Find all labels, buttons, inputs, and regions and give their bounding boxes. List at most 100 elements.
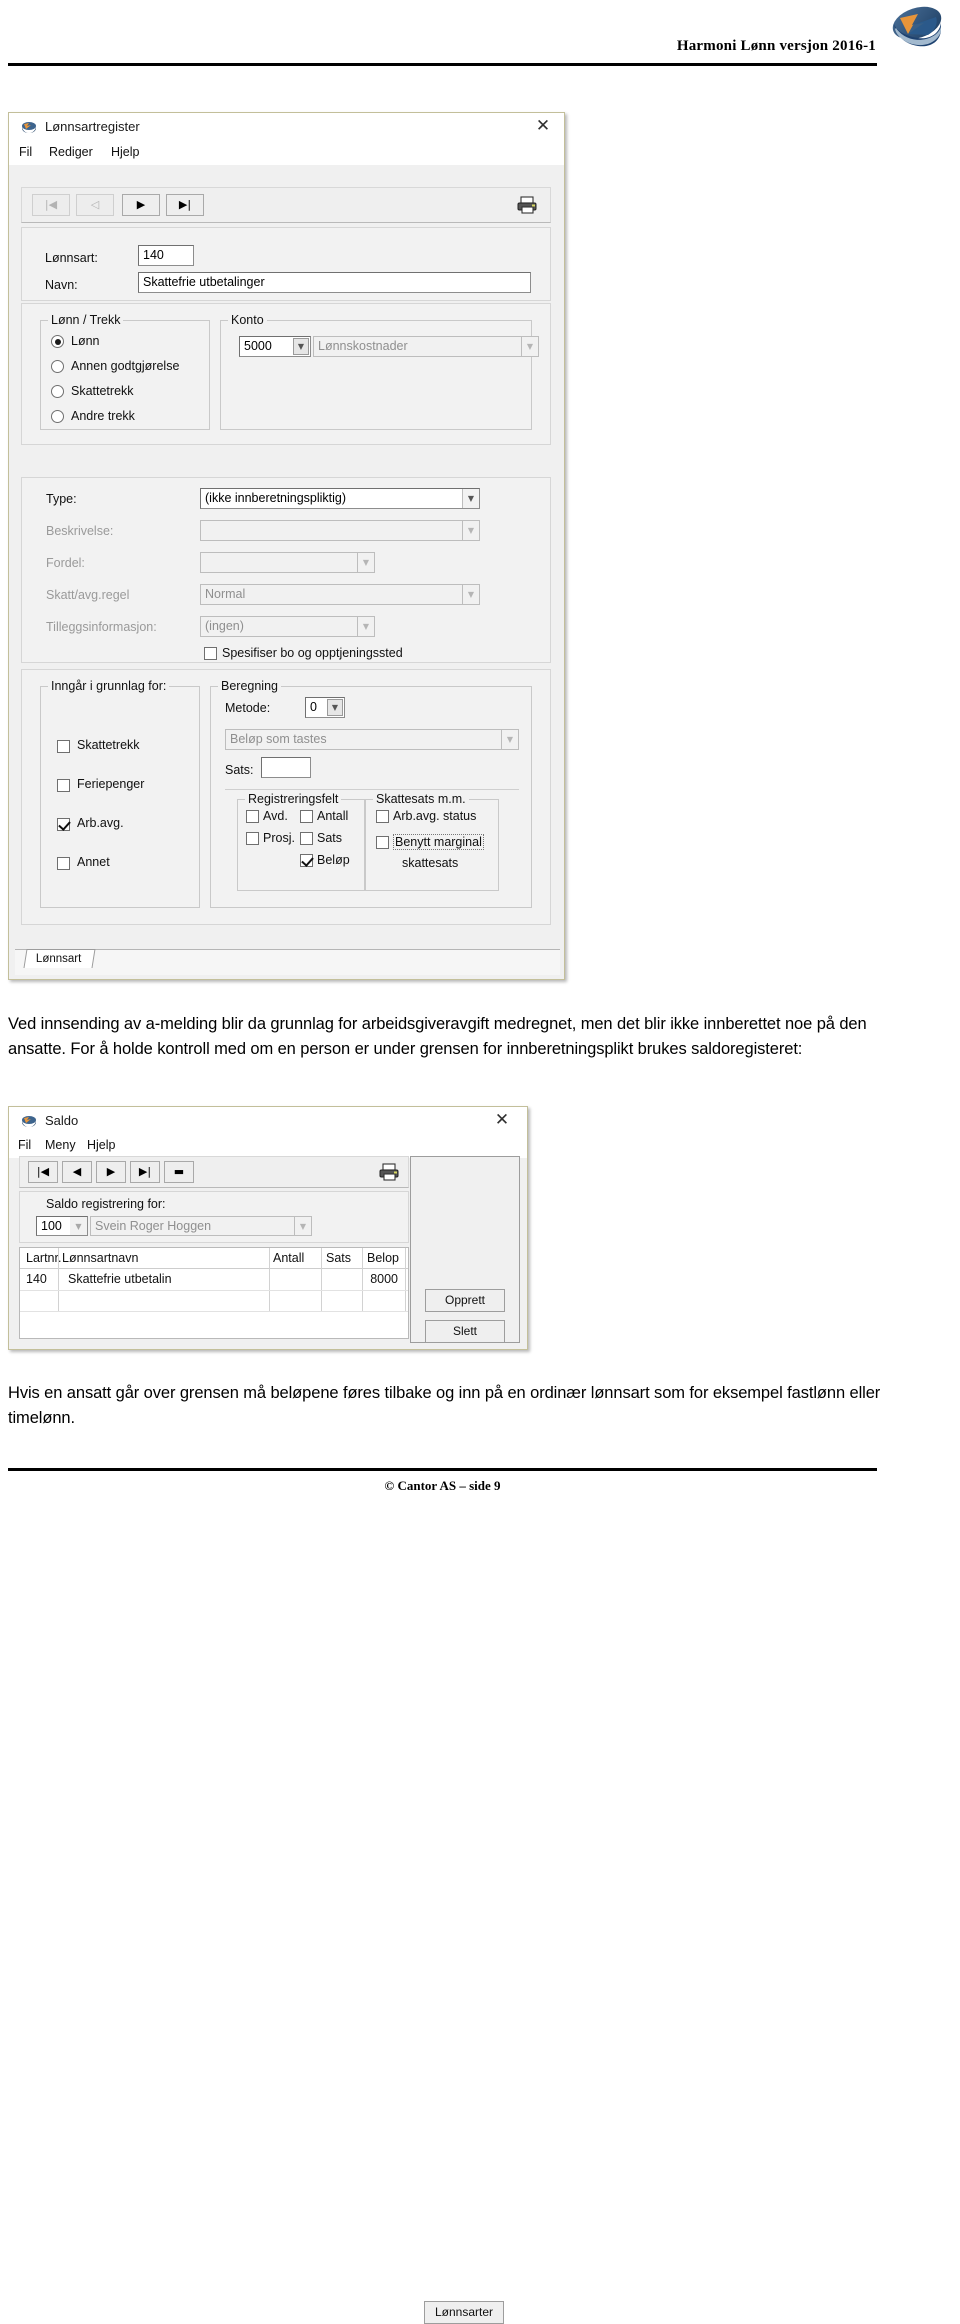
menu-meny[interactable]: Meny [45,1138,76,1152]
lonn-konto-panel: Lønn / Trekk Lønn Annen godtgjørelse Ska… [21,303,551,445]
type-panel: Type: (ikke innberetningspliktig) ▼ Besk… [21,477,551,663]
radio-lonn[interactable] [51,335,64,348]
saldo-ansattnavn-combo[interactable]: Svein Roger Hoggen ▼ [90,1216,312,1236]
fordel-combo[interactable]: ▼ [200,552,375,573]
beskrivelse-combo[interactable]: ▼ [200,520,480,541]
check-belop[interactable] [300,854,313,867]
close-icon[interactable]: ✕ [491,1111,513,1131]
table-row[interactable]: 140 Skattefrie utbetalin 8000 [20,1269,408,1291]
close-icon[interactable]: ✕ [532,117,554,137]
tilleggsinfo-label: Tilleggsinformasjon: [46,620,157,634]
col-lartnr: Lartnr. [26,1251,62,1265]
col-navn: Lønnsartnavn [62,1251,139,1265]
radio-annen-godtgjorelse[interactable] [51,360,64,373]
saldo-ansattnr-combo[interactable]: 100 ▼ [36,1216,88,1236]
row-sep-4 [362,1291,363,1312]
check-grunnlag-feriepenger[interactable] [57,779,70,792]
saldo-table[interactable]: Lartnr. Lønnsartnavn Antall Sats Belop 1… [19,1247,409,1339]
antall-label: Antall [317,809,349,823]
nav-first-button[interactable]: |◀ [32,194,70,216]
konto-legend: Konto [228,313,267,327]
skattesats-group: Skattesats m.m. Arb.avg. status Benytt m… [365,792,499,891]
benytt-marginal-label: Benytt marginal [393,834,484,850]
check-benytt-marginal[interactable] [376,836,389,849]
chevron-down-icon: ▼ [501,730,518,749]
check-grunnlag-arbavg[interactable] [57,818,70,831]
grunnlag-beregning-panel: Inngår i grunnlag for: Skattetrekk Ferie… [21,669,551,925]
saldo-nav-prev-button[interactable]: ◀ [62,1161,92,1183]
grunnlag-arbavg-label: Arb.avg. [77,816,124,830]
sats-input[interactable] [261,757,311,778]
lonnsarter-button[interactable]: Lønnsarter [424,2301,504,2324]
chevron-down-icon: ▼ [294,1217,311,1235]
check-sats[interactable] [300,832,313,845]
skatt-regel-value: Normal [205,587,246,601]
skatt-regel-combo[interactable]: Normal ▼ [200,584,480,605]
check-arbavg-status[interactable] [376,810,389,823]
saldo-nav-next-button[interactable]: ▶ [96,1161,126,1183]
saldo-title: Saldo [45,1113,79,1128]
metode-combo[interactable]: 0 ▼ [305,697,345,718]
menu-fil[interactable]: Fil [19,145,32,159]
saldo-menubar: Fil Meny Hjelp [9,1136,527,1158]
tilleggsinfo-combo[interactable]: (ingen) ▼ [200,616,375,637]
nav-prev-button[interactable]: ◁ [76,194,114,216]
col-sats: Sats [326,1251,352,1265]
lonnsart-input[interactable]: 140 [138,245,194,266]
menu-rediger[interactable]: Rediger [49,145,93,159]
row-sep-1 [58,1291,59,1312]
type-combo[interactable]: (ikke innberetningspliktig) ▼ [200,488,480,509]
menu-hjelp[interactable]: Hjelp [87,1138,116,1152]
chevron-down-icon: ▼ [521,337,538,356]
registreringsfelt-legend: Registreringsfelt [245,792,342,806]
type-value: (ikke innberetningspliktig) [205,491,347,505]
grunnlag-group: Inngår i grunnlag for: Skattetrekk Ferie… [40,679,200,908]
check-antall[interactable] [300,810,313,823]
check-avd[interactable] [246,810,259,823]
tab-lonnsart[interactable]: Lønnsart [23,949,96,968]
col-sep-5 [405,1248,406,1269]
sats-check-label: Sats [317,831,343,845]
lonnsart-menubar: Fil Rediger Hjelp [9,143,564,165]
saldo-window: Saldo ✕ Fil Meny Hjelp Opprett Slett Løn… [8,1106,528,2324]
cell-navn: Skattefrie utbetalin [68,1272,172,1286]
radio-andre-trekk[interactable] [51,410,64,423]
check-spesifiser-bo[interactable] [204,647,217,660]
chevron-down-icon: ▼ [357,553,374,572]
sats-label: Sats: [225,763,254,777]
row-sep-3 [321,1269,322,1291]
opprett-button[interactable]: Opprett [425,1289,505,1312]
grunnlag-feriepenger-label: Feriepenger [77,777,145,791]
konto-name-combo[interactable]: Lønnskostnader ▼ [313,336,539,357]
nav-last-button[interactable]: ▶| [166,194,204,216]
cell-belop: 8000 [370,1272,398,1286]
konto-number-combo[interactable]: 5000 ▼ [239,336,311,357]
lonnsart-title: Lønnsartregister [45,119,140,134]
spesifiser-bo-label: Spesifiser bo og opptjeningssted [222,646,403,660]
row-sep-3 [321,1291,322,1312]
identity-panel: Lønnsart: 140 Navn: Skattefrie utbetalin… [21,227,551,301]
check-grunnlag-skattetrekk[interactable] [57,740,70,753]
saldo-nav-first-button[interactable]: |◀ [28,1161,58,1183]
row-divider [20,1311,408,1312]
printer-icon[interactable] [516,195,538,215]
prosj-label: Prosj. [263,831,295,845]
beregning-formula-combo[interactable]: Beløp som tastes ▼ [225,729,519,750]
printer-icon[interactable] [378,1162,400,1182]
check-prosj[interactable] [246,832,259,845]
chevron-down-icon: ▼ [462,521,479,540]
radio-skattetrekk[interactable] [51,385,64,398]
nav-next-button[interactable]: ▶ [122,194,160,216]
saldo-table-header: Lartnr. Lønnsartnavn Antall Sats Belop [20,1248,408,1269]
navn-input[interactable]: Skattefrie utbetalinger [138,272,531,293]
menu-hjelp[interactable]: Hjelp [111,145,140,159]
slett-button[interactable]: Slett [425,1320,505,1343]
app-disc-icon [22,122,36,133]
page-header-title: Harmoni Lønn versjon 2016-1 [676,38,876,54]
menu-fil[interactable]: Fil [18,1138,31,1152]
lonnsart-label: Lønnsart: [45,251,98,265]
check-grunnlag-annet[interactable] [57,857,70,870]
saldo-nav-last-button[interactable]: ▶| [130,1161,160,1183]
table-row[interactable] [20,1291,408,1312]
saldo-delete-button[interactable]: ▬ [164,1161,194,1183]
